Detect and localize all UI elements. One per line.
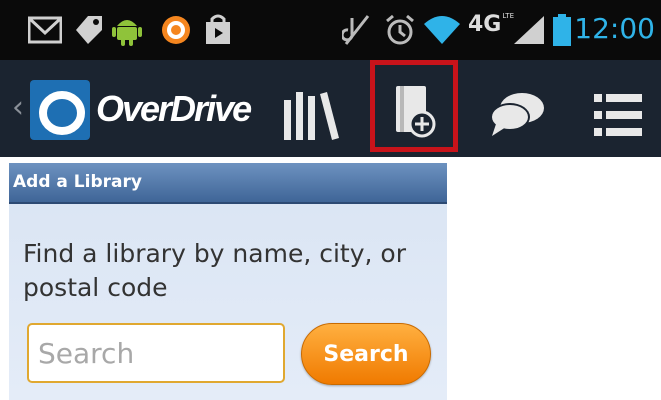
shopping-bag-icon xyxy=(206,14,230,44)
wifi-icon xyxy=(424,16,460,44)
app-icon xyxy=(162,16,190,44)
tag-icon xyxy=(76,16,102,44)
panel-title: Add a Library xyxy=(13,172,142,192)
logo-text: OverDrive xyxy=(96,88,252,129)
add-library-panel: Add a Library Find a library by name, ci… xyxy=(9,163,447,400)
status-bar: 4GLTE 12:00 xyxy=(0,0,661,60)
signal-icon xyxy=(514,16,544,44)
panel-header: Add a Library xyxy=(9,163,447,204)
chat-icon[interactable] xyxy=(488,90,548,140)
network-type: 4GLTE xyxy=(468,12,514,44)
battery-icon xyxy=(553,14,571,46)
gmail-icon xyxy=(28,16,62,44)
menu-icon[interactable] xyxy=(594,90,644,140)
action-bar: ‹ OverDrive xyxy=(0,60,661,157)
panel-description: Find a library by name, city, or postal … xyxy=(23,239,406,302)
status-time: 12:00 xyxy=(574,12,655,45)
alarm-icon xyxy=(386,14,414,45)
highlight-box xyxy=(370,60,458,152)
logo-mark xyxy=(30,80,90,140)
search-input[interactable] xyxy=(27,323,285,383)
search-button[interactable]: Search xyxy=(301,323,431,385)
network-label: 4G xyxy=(468,12,502,37)
mute-icon xyxy=(342,15,370,45)
logo-ring-icon xyxy=(39,91,85,135)
android-icon xyxy=(112,20,142,46)
back-chevron-icon[interactable]: ‹ xyxy=(12,90,24,125)
overdrive-logo[interactable]: OverDrive xyxy=(30,80,255,140)
bookshelf-icon[interactable] xyxy=(282,90,340,142)
